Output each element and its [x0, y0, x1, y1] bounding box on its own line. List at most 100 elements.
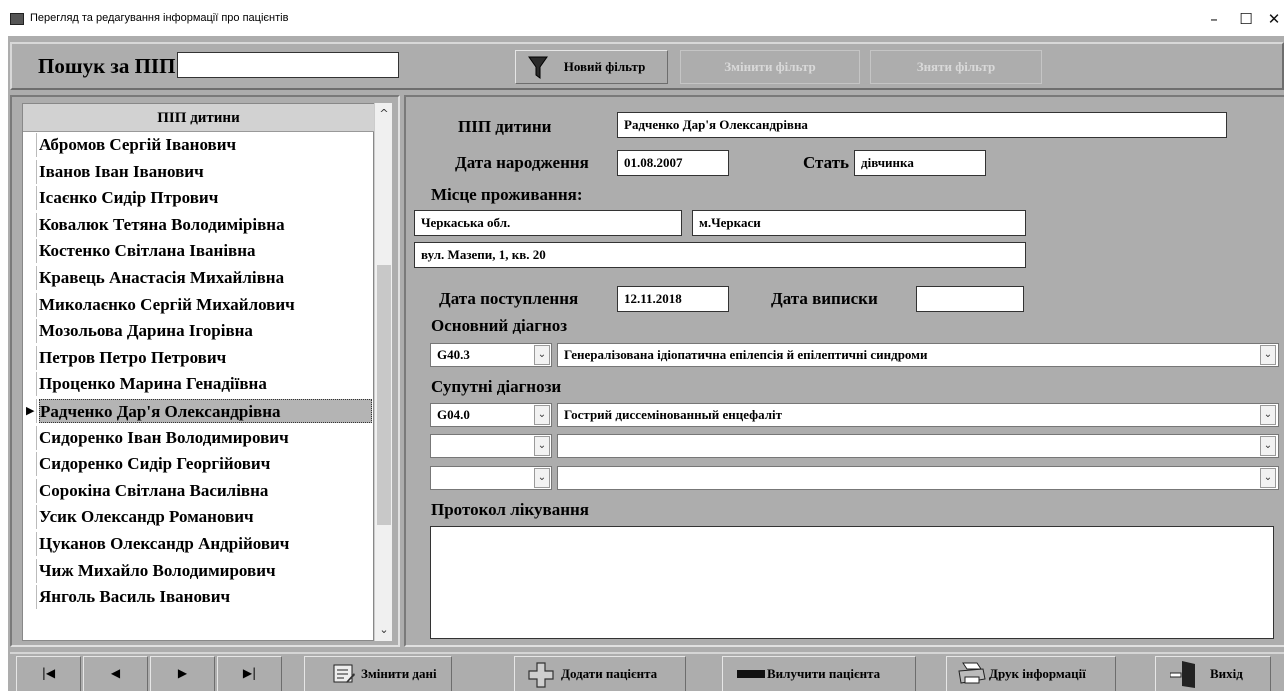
row-indicator[interactable] — [23, 292, 37, 317]
main-diagnosis-label: Основний діагноз — [431, 316, 568, 335]
name-label: ПІП дитини — [458, 117, 552, 136]
comorbid-text-select[interactable] — [557, 466, 1279, 490]
patient-row[interactable]: Янголь Василь Іванович — [39, 585, 372, 609]
row-indicator[interactable] — [23, 478, 37, 503]
scroll-down-icon[interactable]: ⌄ — [375, 621, 393, 639]
comorbid-text-select[interactable] — [557, 434, 1279, 458]
close-button[interactable]: ✕ — [1254, 6, 1284, 32]
patient-row[interactable]: Цуканов Олександр Андрійович — [39, 532, 372, 556]
print-info-button[interactable]: Друк інформації — [946, 656, 1116, 691]
plus-icon — [528, 662, 554, 688]
row-indicator[interactable] — [23, 186, 37, 211]
row-indicator[interactable] — [23, 133, 37, 157]
exit-label: Вихід — [1210, 666, 1243, 681]
add-patient-label: Додати пацієнта — [561, 666, 658, 681]
birth-date-field[interactable]: 01.08.2007 — [617, 150, 729, 176]
chevron-down-icon[interactable]: ⌄ — [534, 405, 550, 425]
row-indicator[interactable] — [23, 212, 37, 237]
funnel-icon — [528, 56, 548, 79]
patient-row[interactable]: Усик Олександр Романович — [39, 505, 372, 529]
main-diagnosis-text-select[interactable]: Генералізована ідіопатична епілепсія й е… — [557, 343, 1279, 367]
chevron-down-icon[interactable]: ⌄ — [534, 436, 550, 456]
change-filter-button[interactable]: Змінити фільтр — [680, 50, 860, 84]
patient-row[interactable]: Радченко Дар'я Олександрівна — [39, 399, 372, 423]
search-label: Пошук за ПІП — [38, 54, 176, 78]
list-scrollbar[interactable]: ^ ⌄ — [374, 103, 392, 641]
printer-icon — [958, 662, 986, 684]
edit-form-icon — [333, 664, 355, 683]
patient-row[interactable]: Проценко Марина Генадіївна — [39, 372, 372, 396]
current-row-arrow-icon: ▶ — [26, 405, 35, 417]
row-indicator[interactable] — [23, 319, 37, 344]
row-indicator[interactable] — [23, 345, 37, 370]
patient-list[interactable]: ПІП дитини Абромов Сергій Іванович Іванов… — [22, 103, 374, 641]
row-indicator[interactable] — [23, 425, 37, 450]
row-indicator[interactable] — [23, 585, 37, 610]
residence-label: Місце проживання: — [431, 185, 583, 204]
exit-button[interactable]: Вихід — [1155, 656, 1271, 691]
new-filter-button[interactable]: Новий фільтр — [515, 50, 668, 84]
app-icon — [10, 13, 24, 25]
street-field[interactable]: вул. Мазепи, 1, кв. 20 — [414, 242, 1026, 268]
patient-row[interactable]: Миколаєнко Сергій Михайлович — [39, 293, 372, 317]
remove-filter-button[interactable]: Зняти фільтр — [870, 50, 1042, 84]
search-input[interactable] — [177, 52, 399, 78]
patient-row[interactable]: Сидоренко Сидір Георгійович — [39, 452, 372, 476]
chevron-down-icon[interactable]: ⌄ — [1260, 345, 1276, 365]
row-indicator[interactable] — [23, 505, 37, 530]
row-indicator[interactable] — [23, 239, 37, 264]
patient-row[interactable]: Ковалюк Тетяна Володимірівна — [39, 213, 372, 237]
patient-row[interactable]: Сорокіна Світлана Василівна — [39, 479, 372, 503]
door-exit-icon — [1170, 661, 1195, 688]
admission-date-label: Дата поступлення — [439, 289, 579, 308]
chevron-down-icon[interactable]: ⌄ — [534, 345, 550, 365]
discharge-date-label: Дата виписки — [771, 289, 878, 308]
row-indicator[interactable] — [23, 372, 37, 397]
edit-data-label: Змінити дані — [361, 666, 437, 681]
edit-data-button[interactable]: Змінити дані — [304, 656, 452, 691]
row-indicator[interactable] — [23, 159, 37, 184]
birth-date-label: Дата народження — [455, 153, 589, 172]
minus-icon — [737, 670, 765, 678]
scroll-thumb[interactable] — [377, 265, 391, 525]
search-bar: Пошук за ПІП Новий фільтр Змінити фільтр… — [10, 42, 1284, 90]
patient-row[interactable]: Чиж Михайло Володимирович — [39, 559, 372, 583]
row-indicator[interactable] — [23, 532, 37, 556]
nav-last-button[interactable]: ▶| — [217, 656, 282, 691]
row-indicator[interactable] — [23, 266, 37, 290]
sex-field[interactable]: дівчинка — [854, 150, 986, 176]
chevron-down-icon[interactable]: ⌄ — [1260, 436, 1276, 456]
city-field[interactable]: м.Черкаси — [692, 210, 1026, 236]
list-header[interactable]: ПІП дитини — [23, 104, 374, 132]
name-field[interactable]: Радченко Дар'я Олександрівна — [617, 112, 1227, 138]
row-indicator[interactable]: ▶ — [23, 399, 37, 423]
chevron-down-icon[interactable]: ⌄ — [534, 468, 550, 488]
chevron-down-icon[interactable]: ⌄ — [1260, 468, 1276, 488]
sex-label: Стать — [803, 153, 850, 172]
patient-row[interactable]: Костенко Світлана Іванівна — [39, 239, 372, 263]
new-filter-label: Новий фільтр — [563, 59, 646, 74]
patient-row[interactable]: Іванов Іван Іванович — [39, 160, 372, 184]
nav-next-button[interactable]: ▶ — [150, 656, 215, 691]
admission-date-field[interactable]: 12.11.2018 — [617, 286, 729, 312]
region-field[interactable]: Черкаська обл. — [414, 210, 682, 236]
patient-row[interactable]: Ісаєнко Сидір Птрович — [39, 186, 372, 210]
comorbid-text-select[interactable]: Гострий диссемінованный енцефаліт — [557, 403, 1279, 427]
patient-row[interactable]: Кравець Анастасія Михайлівна — [39, 266, 372, 290]
patient-row[interactable]: Мозольова Дарина Ігорівна — [39, 319, 372, 343]
patient-row[interactable]: Петров Петро Петрович — [39, 346, 372, 370]
patient-row[interactable]: Сидоренко Іван Володимирович — [39, 426, 372, 450]
row-indicator[interactable] — [23, 452, 37, 477]
discharge-date-field[interactable] — [916, 286, 1024, 312]
treatment-protocol-field[interactable] — [430, 526, 1274, 639]
nav-first-button[interactable]: |◀ — [16, 656, 81, 691]
scroll-up-icon[interactable]: ^ — [375, 105, 393, 123]
row-indicator[interactable] — [23, 558, 37, 583]
print-info-label: Друк інформації — [989, 666, 1086, 681]
add-patient-button[interactable]: Додати пацієнта — [514, 656, 686, 691]
remove-patient-label: Вилучити пацієнта — [767, 666, 881, 681]
remove-patient-button[interactable]: Вилучити пацієнта — [722, 656, 916, 691]
patient-row[interactable]: Абромов Сергій Іванович — [39, 133, 372, 157]
chevron-down-icon[interactable]: ⌄ — [1260, 405, 1276, 425]
nav-prev-button[interactable]: ◀ — [83, 656, 148, 691]
